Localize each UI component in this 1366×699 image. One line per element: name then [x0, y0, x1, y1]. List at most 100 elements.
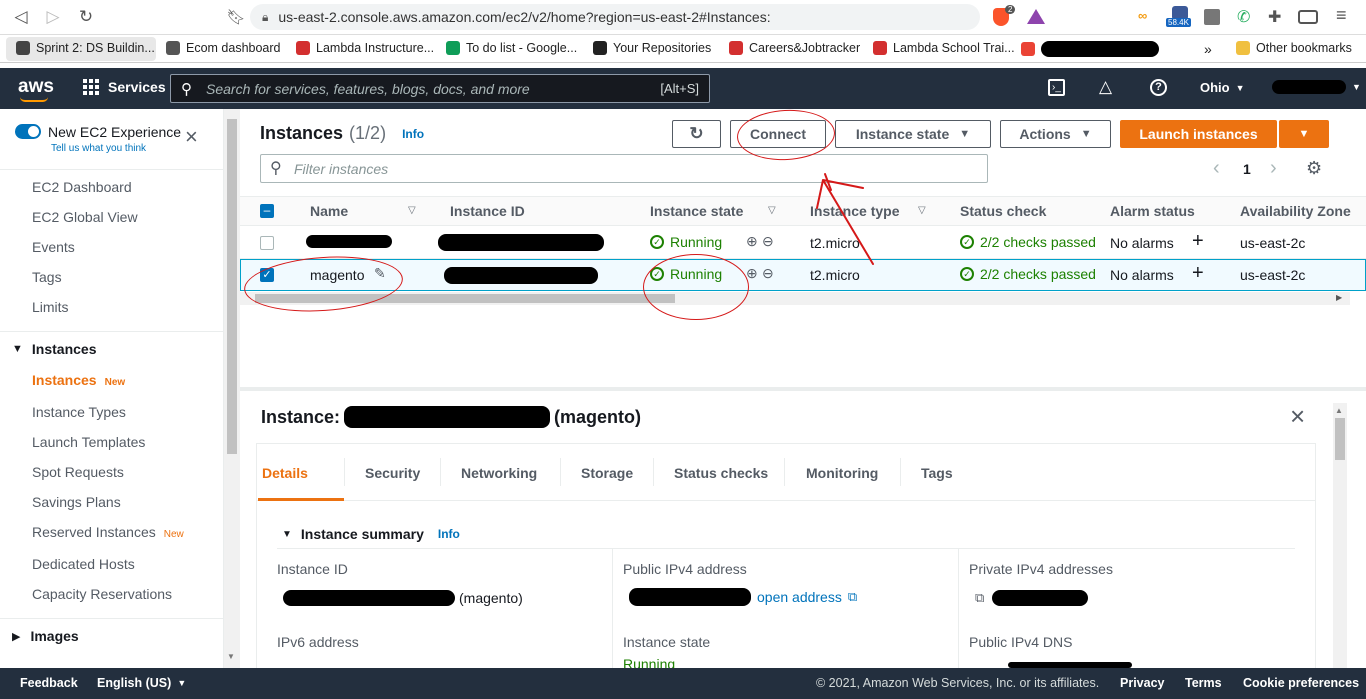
tab-tags[interactable]: Tags	[921, 465, 953, 481]
bookmarks-more[interactable]: »	[1204, 41, 1212, 57]
sidebar-item-instance-types[interactable]: Instance Types	[32, 404, 126, 420]
sort-icon[interactable]: ▽	[768, 205, 776, 216]
status-check-value[interactable]: ✓ 2/2 checks passed	[960, 234, 1096, 250]
bookmark-item[interactable]: To do list - Google...	[446, 41, 577, 55]
close-icon[interactable]: ×	[185, 126, 198, 148]
external-link-icon[interactable]: ⧉	[848, 589, 857, 605]
table-hscrollbar[interactable]: ▶	[240, 292, 1350, 305]
add-alarm-icon[interactable]: +	[1192, 230, 1204, 253]
scroll-right-icon[interactable]: ▶	[1336, 293, 1342, 302]
instance-state-button[interactable]: Instance state ▼	[835, 120, 991, 148]
bookmark-item[interactable]: Sprint 2: DS Buildin...	[16, 41, 155, 55]
next-page-icon[interactable]: ›	[1270, 157, 1277, 180]
add-alarm-icon[interactable]: +	[1192, 262, 1204, 285]
back-icon[interactable]: ◁	[10, 6, 32, 28]
scroll-thumb[interactable]	[1335, 418, 1345, 460]
address-bar[interactable]: 🔒︎ us-east-2.console.aws.amazon.com/ec2/…	[250, 4, 980, 30]
account-menu[interactable]: ▼	[1272, 80, 1361, 94]
sidebar-section-instances[interactable]: ▼ Instances	[12, 341, 96, 357]
scroll-down-icon[interactable]: ▼	[227, 652, 235, 661]
instance-summary-section[interactable]: ▼ Instance summary Info	[282, 526, 460, 542]
refresh-button[interactable]: ↻	[672, 120, 721, 148]
search-input[interactable]: ⚲ Search for services, features, blogs, …	[170, 74, 710, 103]
language-selector[interactable]: English (US) ▼	[97, 676, 186, 690]
launch-instances-button[interactable]: Launch instances	[1120, 120, 1277, 148]
column-availability-zone[interactable]: Availability Zone	[1240, 203, 1351, 219]
bookmark-icon[interactable]: 🔖︎	[225, 6, 247, 28]
wallet-icon[interactable]	[1298, 10, 1318, 24]
row-checkbox[interactable]	[260, 236, 274, 250]
sidebar-item-reserved-instances[interactable]: Reserved Instances New	[32, 524, 184, 540]
bookmark-gmail[interactable]	[1021, 41, 1159, 57]
zoom-out-icon[interactable]: ⊖	[762, 233, 774, 250]
services-menu[interactable]: Services	[83, 79, 166, 95]
column-instance-state[interactable]: Instance state	[650, 203, 743, 219]
launch-dropdown-button[interactable]: ▼	[1279, 120, 1329, 148]
sidebar-item-ec2-dashboard[interactable]: EC2 Dashboard	[32, 179, 132, 195]
zoom-in-icon[interactable]: ⊕	[746, 233, 758, 250]
help-icon[interactable]: ?	[1150, 79, 1167, 96]
sidebar-item-spot-requests[interactable]: Spot Requests	[32, 464, 124, 480]
info-link[interactable]: Info	[402, 127, 424, 141]
actions-button[interactable]: Actions ▼	[1000, 120, 1111, 148]
other-bookmarks[interactable]: Other bookmarks	[1236, 41, 1352, 55]
sidebar-item-dedicated-hosts[interactable]: Dedicated Hosts	[32, 556, 135, 572]
bookmark-item[interactable]: Careers&Jobtracker	[729, 41, 860, 55]
brave-rewards-icon[interactable]	[1027, 9, 1045, 24]
extension-counter[interactable]: 58.4K	[1166, 6, 1194, 30]
sidebar-scrollbar[interactable]: ▼	[224, 109, 240, 668]
extension-square-icon[interactable]	[1204, 9, 1220, 25]
settings-gear-icon[interactable]: ⚙	[1306, 158, 1322, 179]
sidebar-item-limits[interactable]: Limits	[32, 299, 69, 315]
bookmark-item[interactable]: Lambda Instructure...	[296, 41, 434, 55]
sidebar-item-events[interactable]: Events	[32, 239, 75, 255]
page-number[interactable]: 1	[1243, 161, 1251, 177]
terms-link[interactable]: Terms	[1185, 676, 1222, 690]
copy-icon[interactable]: ⧉	[975, 590, 984, 606]
scroll-up-icon[interactable]: ▲	[1335, 406, 1343, 415]
tab-status-checks[interactable]: Status checks	[674, 465, 768, 481]
extension-infinity-icon[interactable]: ∞	[1138, 8, 1147, 23]
feedback-link[interactable]: Tell us what you think	[51, 143, 146, 154]
scroll-thumb[interactable]	[227, 119, 237, 454]
extensions-puzzle-icon[interactable]: ✚	[1268, 7, 1281, 27]
tab-monitoring[interactable]: Monitoring	[806, 465, 878, 481]
reload-icon[interactable]: ↻	[75, 6, 97, 28]
close-icon[interactable]: ×	[1290, 401, 1305, 432]
detail-scrollbar[interactable]: ▲	[1333, 403, 1347, 668]
sidebar-item-tags[interactable]: Tags	[32, 269, 62, 285]
cookie-preferences-link[interactable]: Cookie preferences	[1243, 676, 1359, 690]
open-address-link[interactable]: open address	[757, 589, 842, 605]
region-selector[interactable]: Ohio ▼	[1200, 80, 1245, 95]
info-link[interactable]: Info	[438, 527, 460, 541]
prev-page-icon[interactable]: ‹	[1213, 157, 1220, 180]
bookmark-item[interactable]: Your Repositories	[593, 41, 711, 55]
column-status-check[interactable]: Status check	[960, 203, 1046, 219]
sidebar-item-launch-templates[interactable]: Launch Templates	[32, 434, 145, 450]
bell-icon[interactable]: △	[1099, 77, 1112, 97]
tab-storage[interactable]: Storage	[581, 465, 633, 481]
cloudshell-icon[interactable]: ›_	[1048, 79, 1065, 96]
sidebar-item-instances[interactable]: Instances New	[32, 372, 125, 388]
extension-phone-icon[interactable]: ✆	[1237, 7, 1250, 27]
status-check-value[interactable]: ✓ 2/2 checks passed	[960, 266, 1096, 282]
aws-logo[interactable]: aws	[18, 76, 54, 98]
sidebar-item-capacity-reservations[interactable]: Capacity Reservations	[32, 586, 172, 602]
footer-feedback-link[interactable]: Feedback	[20, 676, 78, 690]
tab-details[interactable]: Details	[262, 465, 308, 481]
sort-icon[interactable]: ▽	[918, 205, 926, 216]
column-name[interactable]: Name	[310, 203, 348, 219]
column-alarm-status[interactable]: Alarm status	[1110, 203, 1195, 219]
forward-icon[interactable]: ▷	[42, 6, 64, 28]
sidebar-item-savings-plans[interactable]: Savings Plans	[32, 494, 121, 510]
sidebar-item-global-view[interactable]: EC2 Global View	[32, 209, 138, 225]
tab-security[interactable]: Security	[365, 465, 420, 481]
tab-networking[interactable]: Networking	[461, 465, 537, 481]
bookmark-item[interactable]: Lambda School Trai...	[873, 41, 1015, 55]
new-experience-toggle[interactable]	[15, 124, 41, 139]
bookmark-item[interactable]: Ecom dashboard	[166, 41, 281, 55]
select-all-checkbox[interactable]: –	[260, 204, 274, 218]
column-instance-id[interactable]: Instance ID	[450, 203, 525, 219]
sidebar-section-images[interactable]: ▶ Images	[12, 628, 79, 644]
menu-icon[interactable]: ≡	[1336, 5, 1347, 26]
